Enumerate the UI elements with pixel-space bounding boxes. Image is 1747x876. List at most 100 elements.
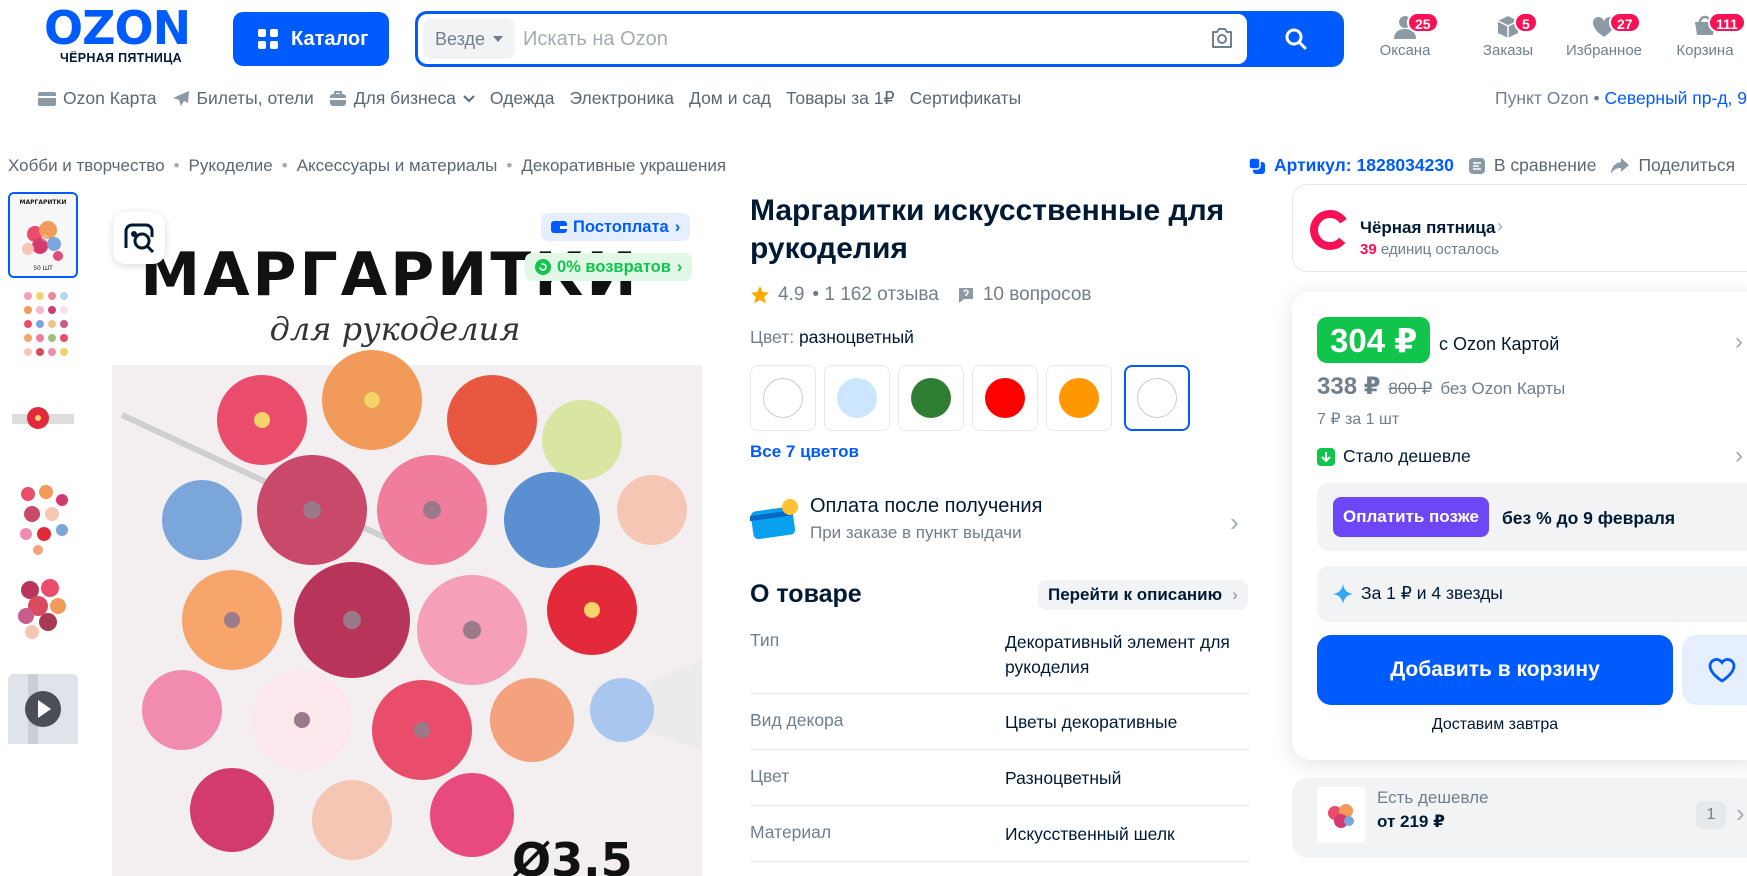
cart-label: Корзина <box>1676 42 1734 59</box>
breadcrumb-item[interactable]: Декоративные украшения <box>521 156 726 176</box>
pickup-address: Северный пр-д, 9 <box>1604 88 1747 108</box>
heart-outline-icon <box>1708 658 1736 683</box>
chevron-right-icon: › <box>1736 798 1745 828</box>
nav-certificates[interactable]: Сертификаты <box>910 88 1022 109</box>
compare-label: В сравнение <box>1493 155 1597 175</box>
header-profile[interactable]: 25 Оксана <box>1360 10 1450 68</box>
bf-count: 39 <box>1360 241 1377 258</box>
color-swatch-selected[interactable] <box>1124 365 1190 431</box>
delivery-info: Доставим завтра <box>1431 716 1559 733</box>
share-button[interactable]: Поделиться <box>1610 155 1735 176</box>
tag-postpay[interactable]: Постоплата › <box>541 213 691 241</box>
tag-postpay-label: Постоплата <box>573 217 669 236</box>
questions-count: 10 вопросов <box>982 284 1092 305</box>
favorites-badge: 27 <box>1609 12 1641 33</box>
chevron-right-icon[interactable]: › <box>1735 442 1743 470</box>
spec-row: Материал Искусственный шелк <box>750 822 1250 862</box>
nav-electronics[interactable]: Электроника <box>570 88 675 109</box>
gallery-thumb-video[interactable] <box>8 674 78 760</box>
svg-text:МАРГАРИТКИ: МАРГАРИТКИ <box>20 199 67 206</box>
chevron-right-icon[interactable]: › <box>1735 328 1743 356</box>
search-button[interactable] <box>1247 14 1341 64</box>
color-swatch[interactable] <box>898 365 964 431</box>
search-field-wrap: Везде <box>418 14 1247 64</box>
bf-title: Чёрная пятница <box>1360 218 1496 237</box>
nav-business[interactable]: Для бизнеса <box>329 88 475 109</box>
reviews-count: • 1 162 отзыва <box>812 284 939 305</box>
payment-after-receipt[interactable]: Оплата после получения При заказе в пунк… <box>750 495 1250 555</box>
thumb-image <box>8 474 78 560</box>
ozon-logo[interactable]: OZON ЧЁРНАЯ ПЯТНИЦА <box>44 5 209 66</box>
price-current: 338 ₽ <box>1317 373 1381 400</box>
spec-key: Материал <box>750 822 832 842</box>
swatch-dot <box>1137 378 1177 418</box>
cart-badge: 111 <box>1708 12 1746 33</box>
cheaper-offers[interactable]: Есть дешевле от 219 ₽ 1 › <box>1292 778 1747 858</box>
go-to-description-button[interactable]: Перейти к описанию › <box>1038 580 1248 610</box>
header-cart[interactable]: 111 Корзина <box>1660 10 1747 68</box>
search-icon <box>1285 28 1306 50</box>
nav-goods-1rub[interactable]: Товары за 1₽ <box>786 88 895 109</box>
plane-icon <box>172 90 189 106</box>
spec-value: Декоративный элемент для рукоделия <box>1005 632 1230 677</box>
swatch-dot <box>837 378 877 418</box>
breadcrumb-item[interactable]: Аксессуары и материалы <box>297 156 498 176</box>
header-orders[interactable]: 5 Заказы <box>1463 10 1553 68</box>
price-dropped-row[interactable]: Стало дешевле <box>1317 446 1471 467</box>
article-copy[interactable]: Артикул: 1828034230 <box>1248 155 1454 176</box>
favorites-label: Избранное <box>1565 42 1643 59</box>
chevron-right-icon: › <box>1230 507 1239 537</box>
header-favorites[interactable]: 27 Избранное <box>1556 10 1652 68</box>
catalog-button[interactable]: Каталог <box>233 12 389 66</box>
spec-key: Тип <box>750 630 780 650</box>
gallery-thumb-1[interactable]: МАРГАРИТКИ 50 ШТ <box>8 192 78 278</box>
go-to-description-label: Перейти к описанию <box>1048 585 1223 604</box>
price-without-card: 338 ₽ 800 ₽ без Ozon Карты <box>1317 372 1565 401</box>
gallery-thumb-3[interactable] <box>8 380 78 466</box>
nav-home-garden[interactable]: Дом и сад <box>689 88 771 109</box>
nav-goods-1rub-label: Товары за 1₽ <box>786 88 895 108</box>
color-swatch[interactable] <box>1046 365 1112 431</box>
nav-tickets[interactable]: Билеты, отели <box>172 88 314 109</box>
compare-button[interactable]: В сравнение <box>1468 155 1597 176</box>
black-friday-banner[interactable]: Чёрная пятница › 39 единиц осталось <box>1292 184 1747 272</box>
nav-ozon-card[interactable]: Ozon Карта <box>38 88 157 109</box>
wallet-icon <box>551 221 567 233</box>
tag-returns[interactable]: 0% возвратов › <box>525 253 693 281</box>
breadcrumb-separator: • <box>281 156 288 175</box>
orders-badge: 5 <box>1514 12 1538 33</box>
rating-row[interactable]: 4.9 • 1 162 отзыва 10 вопросов <box>750 284 1092 306</box>
spec-value: Цветы декоративные <box>1005 712 1178 732</box>
search-input[interactable] <box>523 19 1183 59</box>
gallery-thumb-2[interactable] <box>8 286 78 372</box>
pickup-point[interactable]: Пункт Ozon • Северный пр-д, 9 <box>1495 88 1747 109</box>
price-old: 800 ₽ <box>1388 379 1433 398</box>
chevron-down-icon <box>463 94 475 102</box>
pay-later-button[interactable]: Оплатить позже <box>1333 497 1489 537</box>
gallery-thumb-4[interactable] <box>8 474 78 560</box>
color-label: Цвет: разноцветный <box>750 327 914 348</box>
search-scope-select[interactable]: Везде <box>423 19 515 59</box>
all-colors-link[interactable]: Все 7 цветов <box>750 442 859 462</box>
rating-value: 4.9 <box>778 284 805 305</box>
add-to-cart-button[interactable]: Добавить в корзину <box>1317 635 1673 705</box>
gallery-thumb-5[interactable] <box>8 568 78 654</box>
image-search-button[interactable] <box>113 212 165 264</box>
camera-icon[interactable] <box>1210 27 1234 49</box>
chevron-right-icon: › <box>1232 585 1238 604</box>
breadcrumb-item[interactable]: Хобби и творчество <box>8 156 165 176</box>
nav-electronics-label: Электроника <box>569 88 675 108</box>
nav-clothes[interactable]: Одежда <box>490 88 555 109</box>
price-with-card: 304 ₽ <box>1317 317 1431 363</box>
color-swatch[interactable] <box>750 365 816 431</box>
swatch-dot <box>1059 378 1099 418</box>
chevron-right-icon: › <box>676 257 683 276</box>
color-swatch[interactable] <box>824 365 890 431</box>
product-main-image[interactable]: МАРГАРИТКИ для рукоделия Ø3.5 <box>112 190 702 876</box>
sparkle-icon <box>1333 583 1353 604</box>
breadcrumb-separator: • <box>173 156 180 175</box>
cheaper-offer-price: от 219 ₽ <box>1377 812 1445 831</box>
breadcrumb-item[interactable]: Рукоделие <box>189 156 273 176</box>
add-to-favorites-button[interactable] <box>1682 635 1747 705</box>
color-swatch[interactable] <box>972 365 1038 431</box>
